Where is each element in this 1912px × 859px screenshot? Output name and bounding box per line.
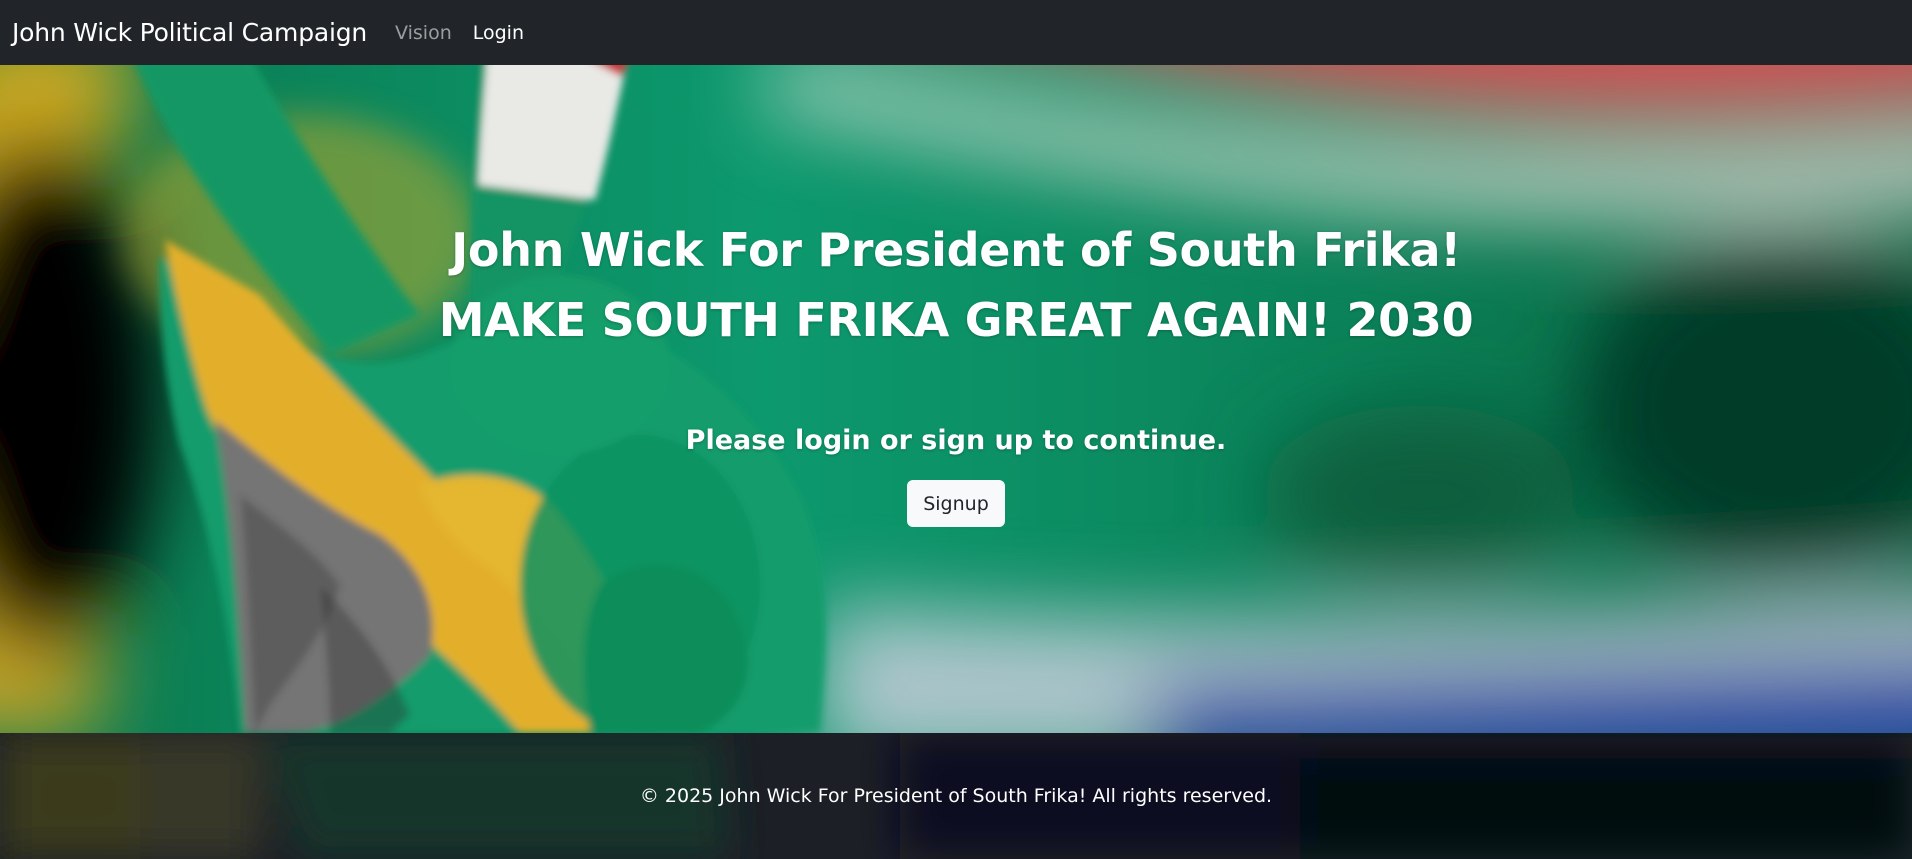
nav-link-login[interactable]: Login bbox=[473, 22, 524, 44]
brand-link[interactable]: John Wick Political Campaign bbox=[12, 18, 367, 47]
nav-link-vision[interactable]: Vision bbox=[395, 22, 452, 44]
navbar: John Wick Political Campaign Vision Logi… bbox=[0, 0, 1912, 65]
footer: © 2025 John Wick For President of South … bbox=[0, 733, 1912, 859]
hero-content: John Wick For President of South Frika! … bbox=[0, 65, 1912, 733]
hero-section: John Wick For President of South Frika! … bbox=[0, 65, 1912, 733]
footer-copyright: © 2025 John Wick For President of South … bbox=[639, 785, 1273, 807]
hero-subtitle: MAKE SOUTH FRIKA GREAT AGAIN! 2030 bbox=[438, 293, 1474, 347]
page: John Wick Political Campaign Vision Logi… bbox=[0, 0, 1912, 859]
hero-title: John Wick For President of South Frika! bbox=[451, 223, 1461, 277]
hero-prompt: Please login or sign up to continue. bbox=[685, 425, 1227, 456]
signup-button[interactable]: Signup bbox=[907, 480, 1005, 527]
